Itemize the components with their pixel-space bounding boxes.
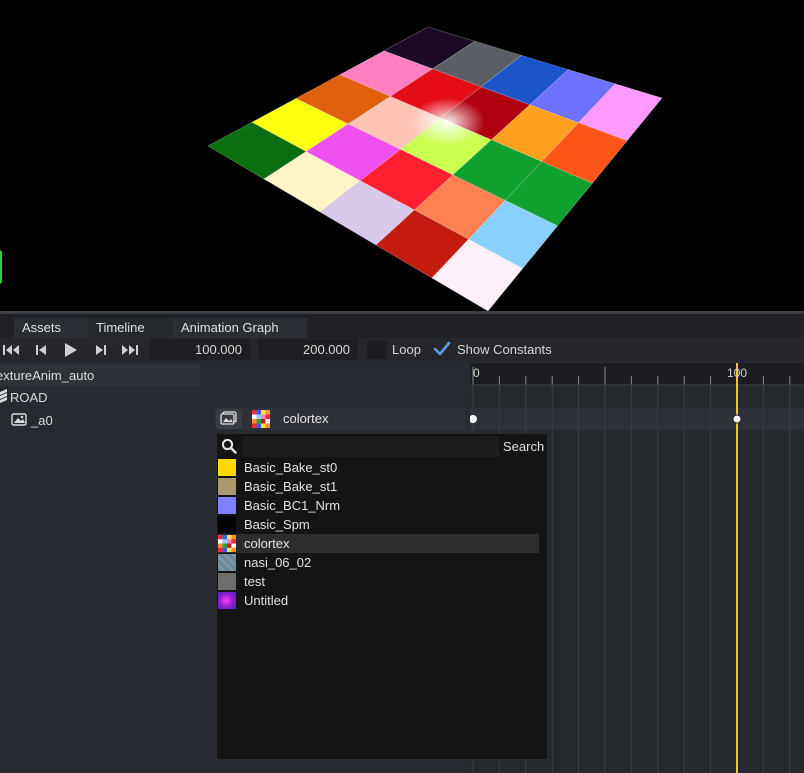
texture-swatch [218,459,236,476]
colortex-thumbnail [252,410,270,428]
show-constants-label: Show Constants [457,342,552,357]
start-frame-field[interactable]: 100.000 [150,339,250,360]
tree-item-label: _a0 [31,413,53,428]
show-constants-checkbox[interactable] [433,341,451,360]
texture-dropdown: Search Basic_Bake_st0 Basic_Bake_st1 Bas… [216,433,548,760]
ruler-label-100: 100 [727,366,748,380]
skip-to-start-icon[interactable] [1,341,21,359]
texture-swatch [218,478,236,495]
play-icon[interactable] [60,341,80,359]
loop-checkbox[interactable] [367,340,387,359]
tree-item-label: extureAnim_auto [0,368,95,383]
tree-item-a0[interactable]: _a0 [11,410,53,431]
dropdown-item-label: Untitled [244,593,289,608]
dropdown-item-basic-bc1-nrm[interactable]: Basic_BC1_Nrm [217,496,539,515]
texture-swatch [218,573,236,590]
loop-label: Loop [392,342,421,357]
texture-name-label: colortex [283,411,329,426]
dropdown-item-basic-bake-st0[interactable]: Basic_Bake_st0 [217,458,539,477]
end-frame-field[interactable]: 200.000 [258,339,358,360]
tree-item-label: ROAD [10,390,48,405]
dropdown-item-nasi-06-02[interactable]: nasi_06_02 [217,553,539,572]
keyframe[interactable] [732,414,742,424]
playback-toolbar: 100.000 200.000 Loop Show Constants [0,338,804,362]
dropdown-item-label: Basic_Bake_st0 [244,460,338,475]
tab-timeline[interactable]: Timeline [88,318,174,338]
color-grid-plane [207,26,663,311]
texture-swatch [218,516,236,533]
image-icon [220,410,238,428]
ruler-label-0: 0 [473,366,480,380]
search-icon [221,438,237,457]
tree-item-road[interactable]: ROAD [0,387,48,408]
dropdown-item-colortex[interactable]: colortex [217,534,539,553]
texture-swatch [218,497,236,514]
dropdown-item-label: Basic_Bake_st1 [244,479,338,494]
texture-swatch [218,592,236,609]
step-back-icon[interactable] [31,341,51,359]
texture-swatch [218,535,236,552]
texture-property-row[interactable]: colortex [215,408,465,430]
dropdown-item-label: colortex [244,536,290,551]
dropdown-item-test[interactable]: test [217,572,539,591]
dropdown-item-label: nasi_06_02 [244,555,312,570]
dropdown-item-basic-spm[interactable]: Basic_Spm [217,515,539,534]
texture-picker-button[interactable] [216,409,242,429]
step-forward-icon[interactable] [91,341,111,359]
tab-bar: Assets Timeline Animation Graph [0,311,804,338]
tab-assets[interactable]: Assets [14,318,88,338]
tab-animation-graph[interactable]: Animation Graph [173,318,307,338]
skip-to-end-icon[interactable] [120,341,140,359]
dropdown-item-label: Basic_BC1_Nrm [244,498,341,513]
dropdown-item-label: Basic_Spm [244,517,310,532]
image-icon [11,411,27,432]
search-label: Search [503,439,545,454]
dropdown-item-basic-bake-st1[interactable]: Basic_Bake_st1 [217,477,539,496]
dropdown-item-untitled[interactable]: Untitled [217,591,539,610]
tree-item-animation[interactable]: extureAnim_auto [0,365,200,386]
animation-tree: extureAnim_auto ROAD _a0 [0,363,205,773]
search-input[interactable] [243,436,499,457]
3d-viewport[interactable] [0,0,804,311]
layers-icon [0,388,8,409]
viewport-gizmo-handle[interactable] [0,250,2,284]
texture-swatch [218,554,236,571]
dropdown-item-label: test [244,574,265,589]
